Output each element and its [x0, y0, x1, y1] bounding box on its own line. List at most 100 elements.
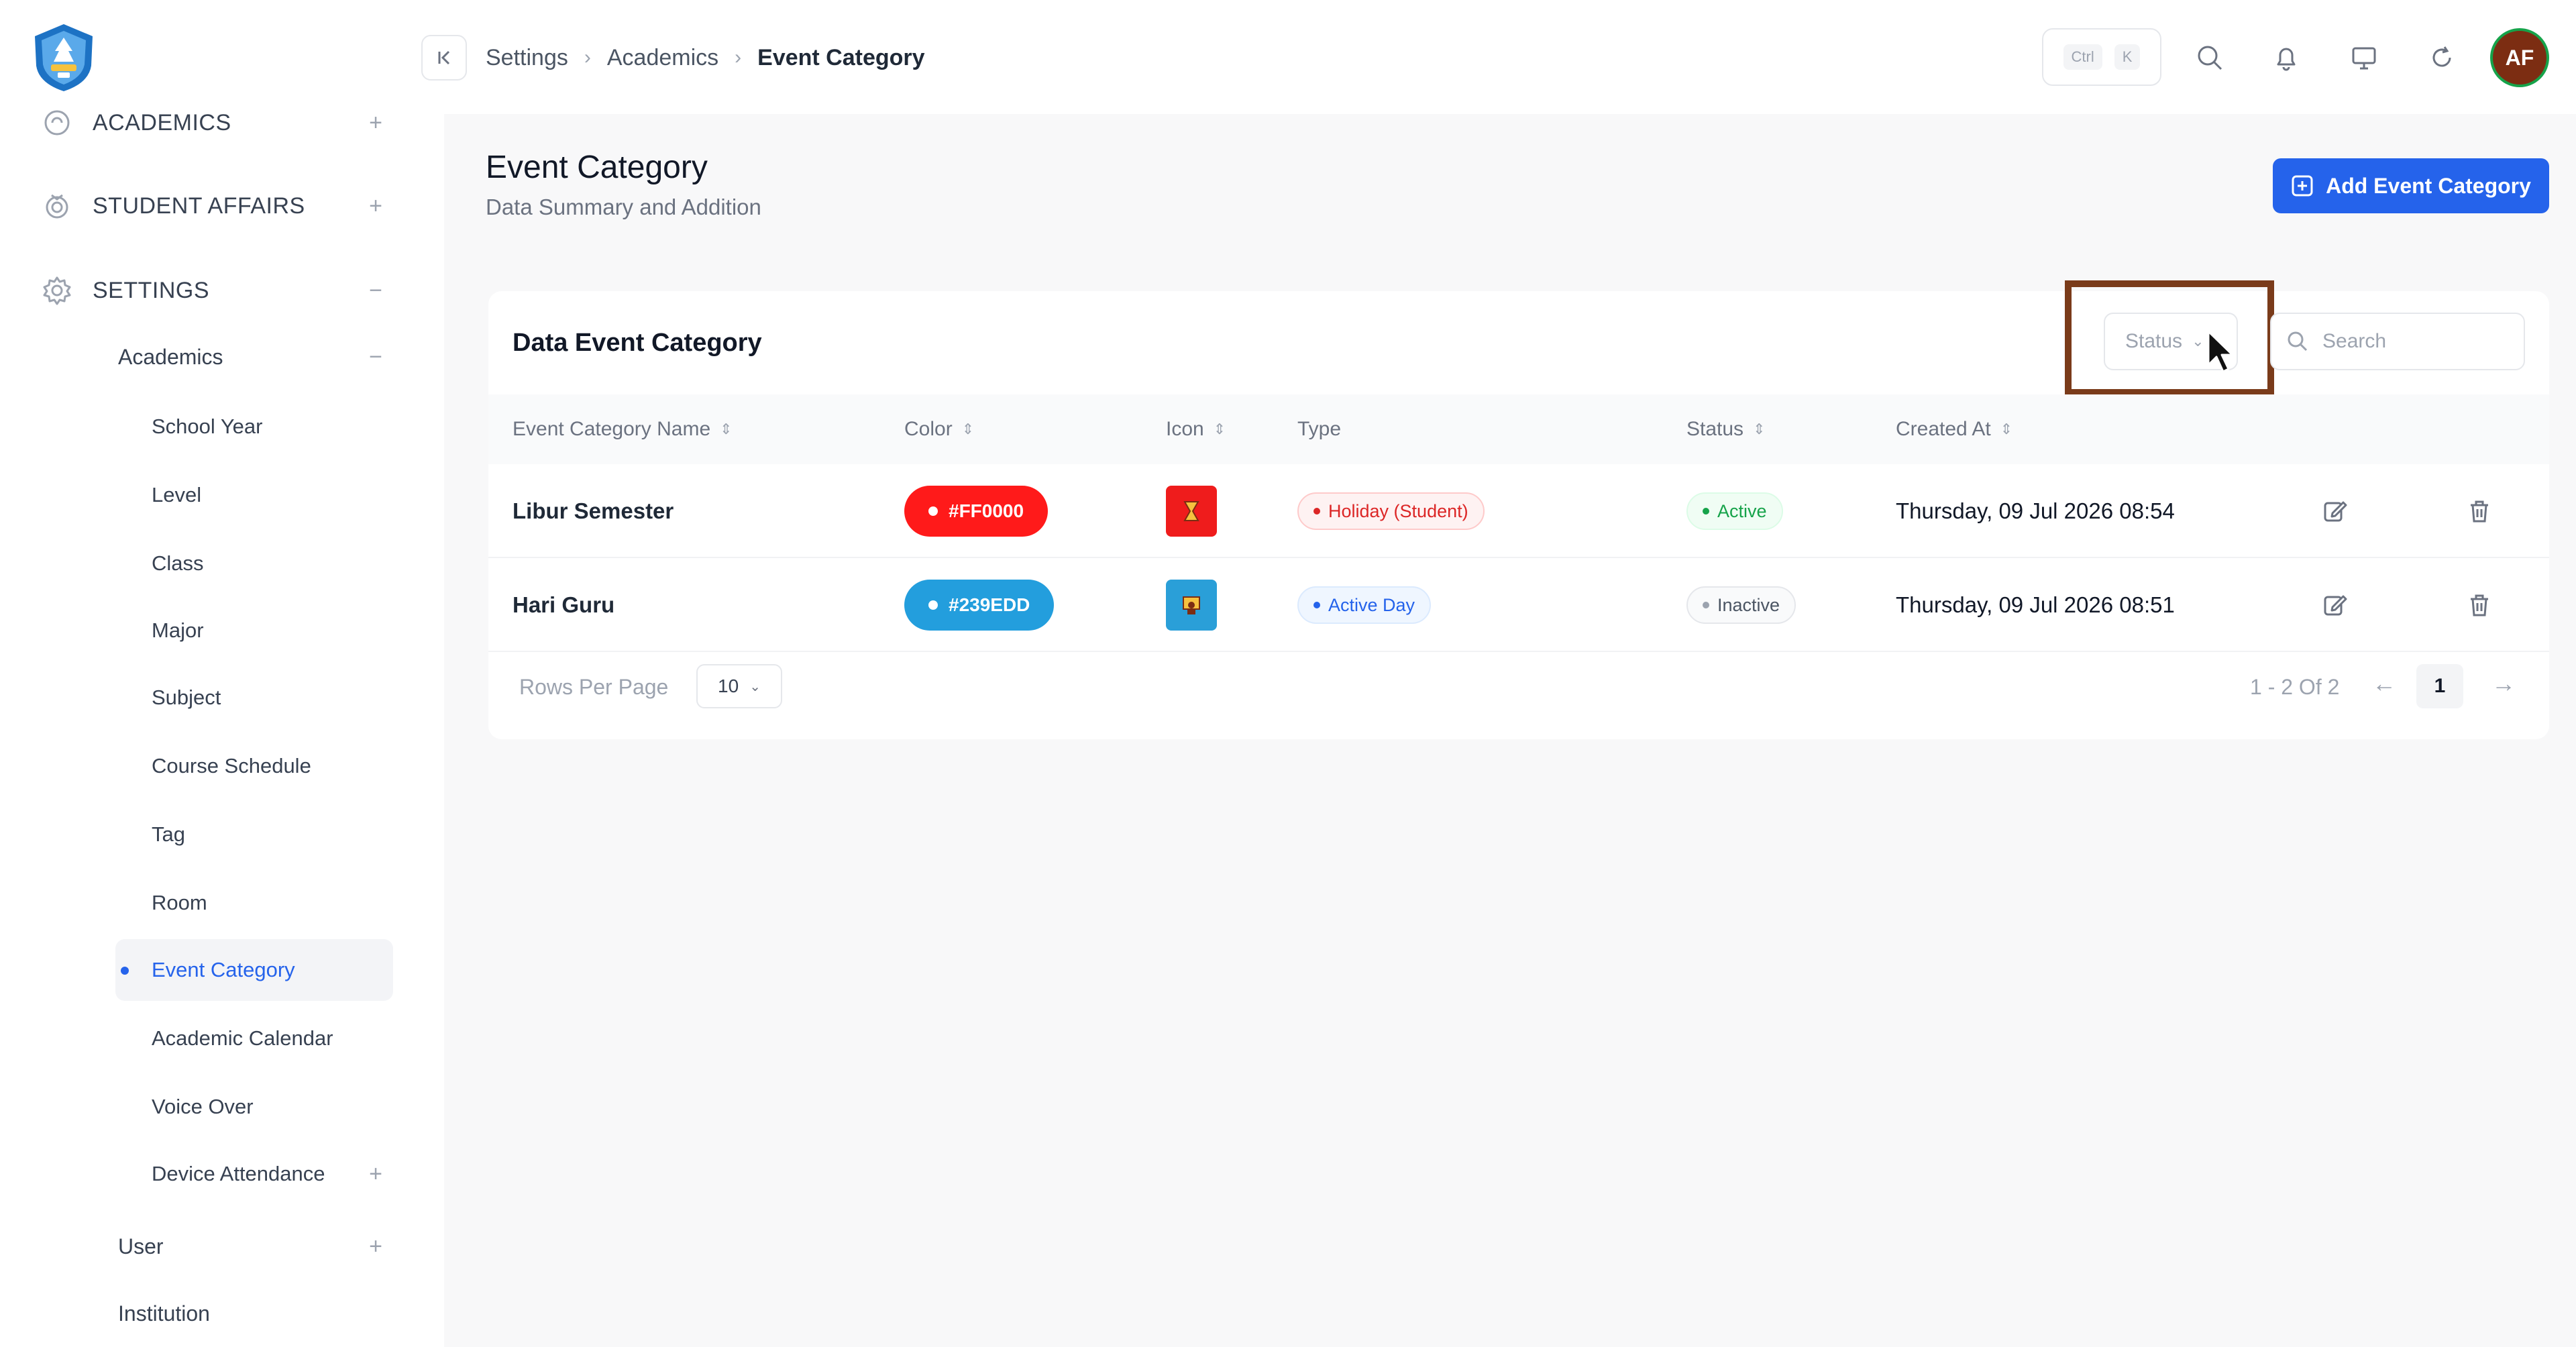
sidebar-item-voice-over[interactable]: Voice Over — [115, 1076, 393, 1138]
column-header-type: Type — [1297, 394, 1341, 464]
column-label: Event Category Name — [513, 418, 711, 440]
search-input[interactable]: Search — [2270, 313, 2525, 370]
sort-icon: ⇕ — [1753, 421, 1766, 437]
kbd-k: K — [2114, 44, 2141, 70]
trash-icon[interactable] — [2462, 494, 2497, 529]
badge-dot — [1703, 508, 1709, 515]
color-pill: #FF0000 — [904, 486, 1049, 537]
sidebar-item-label: Class — [152, 551, 204, 575]
actions-cell — [2462, 464, 2497, 558]
mouse-cursor-icon — [2206, 329, 2237, 374]
expand-icon[interactable]: + — [369, 1234, 382, 1260]
icon-cell — [1166, 558, 1217, 652]
sidebar-item-academic-calendar[interactable]: Academic Calendar — [115, 1008, 393, 1069]
chevron-right-icon: › — [735, 46, 742, 68]
table-row: Libur Semester #FF0000 Holiday (Student)… — [488, 464, 2549, 558]
breadcrumb: Settings › Academics › Event Category — [486, 40, 925, 75]
sidebar-item-tag[interactable]: Tag — [115, 804, 393, 865]
badge-dot — [1313, 508, 1320, 515]
event-category-name: Hari Guru — [513, 592, 615, 617]
nav-settings[interactable]: SETTINGS − — [40, 260, 389, 321]
search-icon[interactable] — [2191, 39, 2229, 76]
sidebar-item-device-attendance[interactable]: Device Attendance + — [115, 1143, 393, 1205]
table-header: Event Category Name ⇕ Color ⇕ Icon ⇕ Type S… — [488, 394, 2549, 464]
created-at-cell: Thursday, 09 Jul 2026 08:51 — [1896, 592, 2175, 617]
actions-cell — [2317, 558, 2352, 652]
table-footer: Rows Per Page 10 ⌄ 1 - 2 Of 2 ← 1 → — [488, 657, 2549, 722]
sort-icon: ⇕ — [1213, 421, 1226, 437]
column-header-status[interactable]: Status ⇕ — [1686, 394, 1766, 464]
badge-icon — [40, 189, 74, 223]
sidebar: ACADEMICS + STUDENT AFFAIRS + SETTINGS −… — [0, 0, 444, 1347]
sidebar-group-academics[interactable]: Academics − — [118, 330, 393, 384]
bell-icon[interactable] — [2267, 39, 2305, 76]
collapse-icon[interactable]: − — [362, 278, 389, 304]
breadcrumb-current: Event Category — [757, 44, 925, 70]
breadcrumb-settings[interactable]: Settings — [486, 45, 568, 71]
edit-icon[interactable] — [2317, 588, 2352, 623]
edit-icon[interactable] — [2317, 494, 2352, 529]
next-page-icon[interactable]: → — [2491, 669, 2516, 698]
sidebar-item-label: Room — [152, 891, 207, 914]
command-palette-button[interactable]: Ctrl K — [2042, 28, 2161, 86]
sidebar-item-major[interactable]: Major — [115, 600, 393, 661]
avatar[interactable]: AF — [2490, 28, 2549, 87]
status-label: Active — [1717, 500, 1767, 521]
nav-student-affairs[interactable]: STUDENT AFFAIRS + — [40, 176, 389, 236]
page-subtitle: Data Summary and Addition — [486, 195, 761, 219]
sidebar-item-school-year[interactable]: School Year — [115, 396, 393, 457]
expand-icon[interactable]: + — [362, 193, 389, 219]
academics-icon — [40, 106, 74, 140]
sidebar-group-user-label: User — [118, 1234, 164, 1258]
sidebar-item-label: Event Category — [152, 958, 295, 981]
sort-icon: ⇕ — [2000, 421, 2013, 437]
kbd-ctrl: Ctrl — [2063, 44, 2102, 70]
sidebar-item-course-schedule[interactable]: Course Schedule — [115, 735, 393, 797]
refresh-icon[interactable] — [2423, 39, 2461, 76]
sidebar-item-subject[interactable]: Subject — [115, 667, 393, 729]
nav-academics[interactable]: ACADEMICS + — [40, 93, 389, 153]
sidebar-item-event-category[interactable]: Event Category — [115, 939, 393, 1001]
sidebar-item-class[interactable]: Class — [115, 533, 393, 594]
color-dot — [928, 600, 938, 610]
status-badge: Inactive — [1686, 586, 1796, 624]
status-label: Inactive — [1717, 594, 1780, 615]
type-label: Active Day — [1328, 594, 1415, 615]
sidebar-item-level[interactable]: Level — [115, 464, 393, 526]
column-header-color[interactable]: Color ⇕ — [904, 394, 974, 464]
color-dot — [928, 506, 938, 516]
app-logo[interactable] — [30, 21, 98, 94]
breadcrumb-academics[interactable]: Academics — [607, 45, 718, 71]
column-header-icon[interactable]: Icon ⇕ — [1166, 394, 1226, 464]
column-header-name[interactable]: Event Category Name ⇕ — [513, 394, 733, 464]
collapse-icon[interactable]: − — [369, 344, 382, 370]
rows-per-page-select[interactable]: 10 ⌄ — [696, 664, 782, 708]
color-label: #239EDD — [949, 594, 1030, 615]
color-cell: #239EDD — [904, 558, 1055, 652]
sidebar-item-label: Course Schedule — [152, 754, 311, 777]
status-cell: Inactive — [1686, 558, 1796, 652]
collapse-sidebar-button[interactable] — [421, 35, 467, 80]
sidebar-group-institution[interactable]: Institution — [118, 1287, 393, 1340]
sidebar-item-label: Major — [152, 618, 204, 642]
prev-page-icon[interactable]: ← — [2372, 669, 2396, 698]
type-badge: Holiday (Student) — [1297, 492, 1485, 530]
sidebar-group-user[interactable]: User + — [118, 1220, 393, 1273]
trash-icon[interactable] — [2462, 588, 2497, 623]
expand-icon[interactable]: + — [369, 1161, 382, 1187]
sidebar-item-label: Subject — [152, 686, 221, 709]
sidebar-item-label: Tag — [152, 822, 185, 846]
sidebar-group-institution-label: Institution — [118, 1301, 210, 1326]
expand-icon[interactable]: + — [362, 110, 389, 136]
rows-per-page-value: 10 — [718, 676, 739, 696]
add-event-category-button[interactable]: Add Event Category — [2273, 158, 2549, 213]
sidebar-item-room[interactable]: Room — [115, 872, 393, 934]
nav-academics-label: ACADEMICS — [93, 109, 231, 136]
monitor-icon[interactable] — [2345, 39, 2383, 76]
sidebar-item-label: School Year — [152, 415, 263, 438]
page-title: Event Category — [486, 150, 708, 185]
page-number-button[interactable]: 1 — [2416, 664, 2463, 708]
column-header-created-at[interactable]: Created At ⇕ — [1896, 394, 2012, 464]
highlight-box — [2065, 280, 2274, 396]
column-label: Created At — [1896, 418, 1991, 440]
